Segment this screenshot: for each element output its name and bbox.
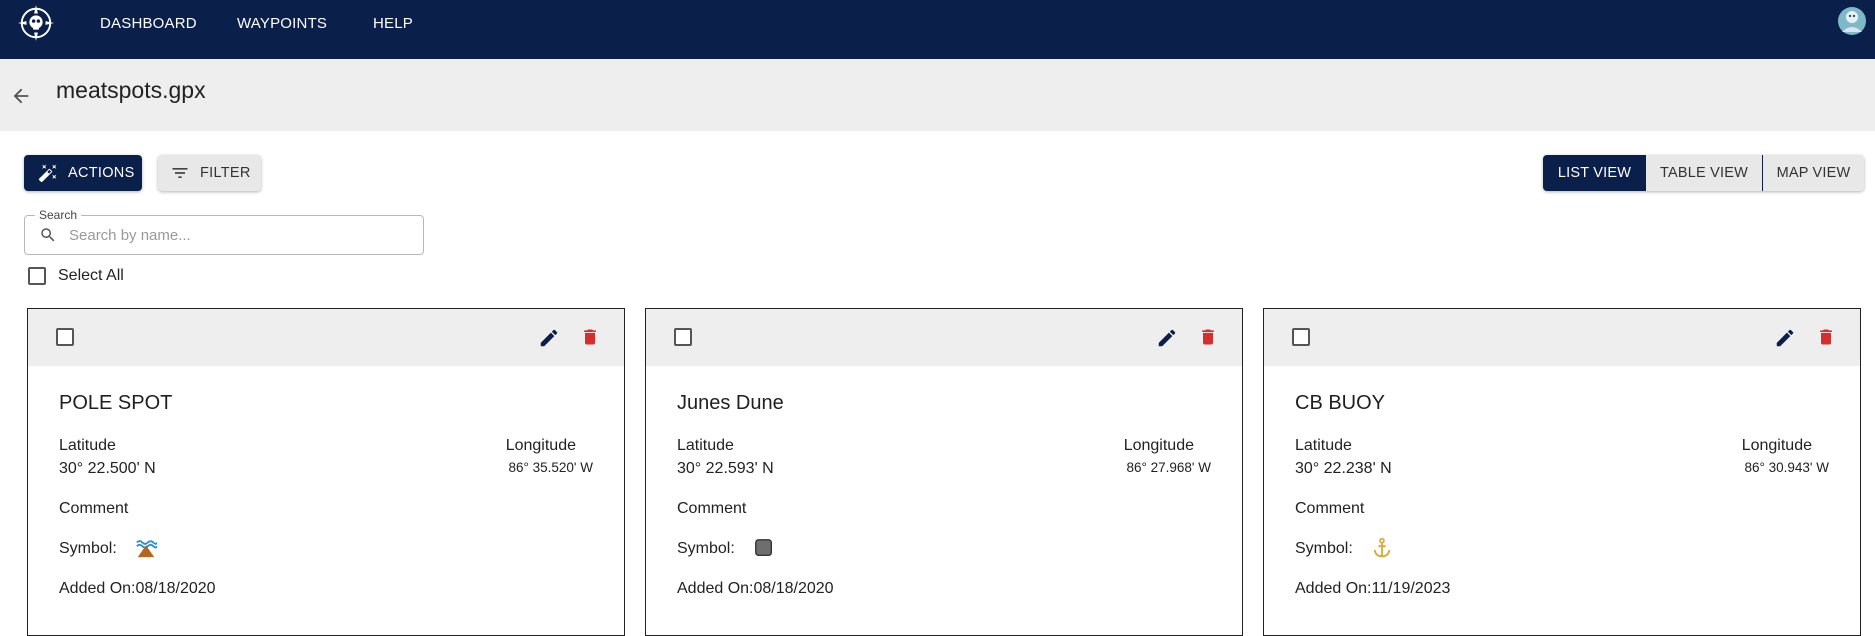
comment-label: Comment [1295, 500, 1365, 517]
symbol-label: Symbol: [59, 540, 117, 557]
select-all-row[interactable]: Select All [28, 267, 124, 285]
card-checkbox[interactable] [1292, 328, 1310, 346]
added-on-date: 08/18/2020 [135, 580, 216, 597]
comment-label: Comment [59, 500, 129, 517]
card-header [28, 309, 624, 366]
waypoint-card: CB BUOY Latitude 30° 22.238' N Longitude… [1263, 308, 1861, 636]
filter-button[interactable]: FILTER [158, 155, 261, 191]
edit-pencil-icon[interactable] [538, 327, 560, 349]
latitude-label: Latitude [1295, 437, 1352, 454]
select-all-checkbox[interactable] [28, 267, 46, 285]
nav-dashboard[interactable]: DASHBOARD [100, 15, 197, 32]
card-header [646, 309, 1242, 366]
back-arrow-icon[interactable] [10, 85, 32, 107]
added-on-label: Added On: [1295, 580, 1372, 597]
comment-label: Comment [677, 500, 747, 517]
card-header [1264, 309, 1860, 366]
added-on-label: Added On: [677, 580, 754, 597]
waypoint-name: POLE SPOT [59, 392, 173, 414]
longitude-value: 86° 30.943' W [1744, 460, 1829, 475]
search-label: Search [35, 208, 82, 222]
longitude-label: Longitude [1123, 437, 1194, 454]
card-checkbox[interactable] [56, 328, 74, 346]
card-checkbox[interactable] [674, 328, 692, 346]
added-on-label: Added On: [59, 580, 136, 597]
gray-square-icon [755, 539, 773, 557]
added-on-text: Added On:08/18/2020 [677, 580, 834, 598]
edit-pencil-icon[interactable] [1774, 327, 1796, 349]
waypoint-name: CB BUOY [1295, 392, 1386, 414]
search-field: Search [24, 208, 424, 255]
island-icon [136, 540, 157, 558]
user-avatar-icon[interactable] [1837, 4, 1867, 38]
delete-trash-icon[interactable] [1198, 326, 1218, 348]
page-title: meatspots.gpx [56, 77, 206, 103]
longitude-label: Longitude [505, 437, 576, 454]
magic-wand-icon [38, 164, 57, 183]
delete-trash-icon[interactable] [580, 326, 600, 348]
added-on-text: Added On:08/18/2020 [59, 580, 216, 598]
added-on-text: Added On:11/19/2023 [1295, 580, 1450, 598]
latitude-value: 30° 22.238' N [1295, 460, 1392, 477]
edit-pencil-icon[interactable] [1156, 327, 1178, 349]
main-content: ACTIONS FILTER LIST VIEW TABLE VIEW MAP … [0, 131, 1875, 636]
actions-button[interactable]: ACTIONS [24, 155, 142, 191]
added-on-date: 08/18/2020 [753, 580, 834, 597]
filter-button-label: FILTER [200, 165, 251, 181]
latitude-value: 30° 22.500' N [59, 460, 156, 477]
waypoint-name: Junes Dune [677, 392, 784, 414]
table-view-button[interactable]: TABLE VIEW [1646, 155, 1763, 191]
latitude-label: Latitude [677, 437, 734, 454]
longitude-value: 86° 35.520' W [508, 460, 593, 475]
added-on-date: 11/19/2023 [1371, 580, 1451, 597]
view-toggle-group: LIST VIEW TABLE VIEW MAP VIEW [1543, 155, 1864, 191]
delete-trash-icon[interactable] [1816, 326, 1836, 348]
longitude-label: Longitude [1741, 437, 1812, 454]
compass-skull-logo-icon[interactable] [17, 4, 55, 42]
page-header: meatspots.gpx [0, 59, 1875, 131]
search-icon [41, 228, 55, 242]
top-nav-bar: DASHBOARD WAYPOINTS HELP [0, 0, 1875, 59]
waypoint-card: POLE SPOT Latitude 30° 22.500' N Longitu… [27, 308, 625, 636]
nav-waypoints[interactable]: WAYPOINTS [237, 15, 327, 32]
longitude-value: 86° 27.968' W [1126, 460, 1211, 475]
map-view-button[interactable]: MAP VIEW [1763, 155, 1864, 191]
filter-lines-icon [172, 168, 188, 178]
symbol-label: Symbol: [677, 540, 735, 557]
actions-button-label: ACTIONS [68, 165, 135, 181]
latitude-value: 30° 22.593' N [677, 460, 774, 477]
anchor-icon [1373, 537, 1391, 558]
nav-help[interactable]: HELP [373, 15, 413, 32]
latitude-label: Latitude [59, 437, 116, 454]
select-all-label: Select All [58, 267, 124, 284]
search-input[interactable] [69, 224, 409, 246]
symbol-label: Symbol: [1295, 540, 1353, 557]
waypoint-card: Junes Dune Latitude 30° 22.593' N Longit… [645, 308, 1243, 636]
list-view-button[interactable]: LIST VIEW [1543, 155, 1646, 191]
